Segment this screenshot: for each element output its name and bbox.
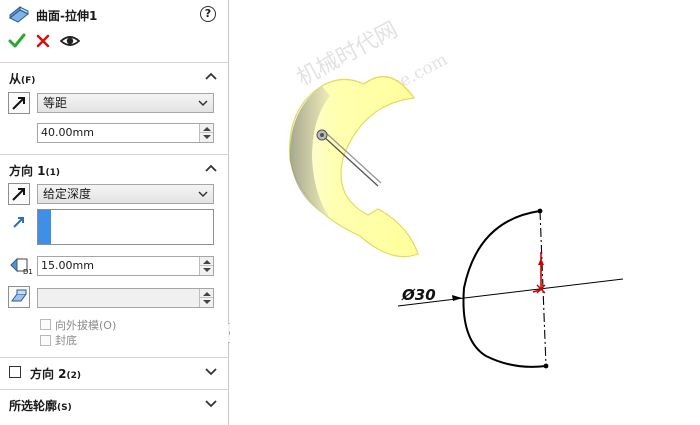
panel-title: 曲面-拉伸1 [36,9,98,23]
direction-vector-icon [13,217,24,228]
direction2-title: 方向 2 [30,367,67,381]
chevron-down-icon[interactable] [205,366,217,376]
draft-outward-label: 向外拔模(O) [55,319,117,332]
cancel-x-icon[interactable] [34,32,52,50]
end-condition-select[interactable]: 给定深度 [37,184,214,204]
from-title: 从 [9,72,22,86]
direction2-checkbox[interactable] [9,366,21,378]
draft-outward-checkbox[interactable] [40,319,51,330]
end-condition-value: 给定深度 [43,187,92,201]
from-section-title: 从(F) [9,70,35,87]
direction2-section-header[interactable]: 方向 2(2) [0,362,228,382]
selected-contours-section-title: 所选轮廓(S) [9,397,72,414]
panel-actions [6,32,106,52]
sketch-profile: Ø30 [397,208,624,369]
divider [0,154,228,155]
ok-checkmark-icon[interactable] [8,32,26,50]
chevron-up-icon[interactable] [205,71,217,81]
direction2-section-title: 方向 2(2) [30,365,81,382]
divider [0,357,228,358]
selected-contours-title: 所选轮廓 [9,399,58,413]
from-condition-value: 等距 [43,96,68,110]
depth-value: 15.00mm [41,259,94,272]
chevron-down-icon [198,100,208,107]
extruded-surface-icon [9,6,29,23]
from-offset-spinner[interactable] [199,124,213,142]
panel-header: 曲面-拉伸1 ? [0,0,228,30]
help-button[interactable]: ? [200,6,216,22]
depth-input[interactable]: 15.00mm [37,256,214,276]
preview-eye-icon[interactable] [60,32,80,50]
selected-contours-shortcut: (S) [57,403,72,413]
chevron-down-icon[interactable] [205,398,217,408]
from-shortcut: (F) [21,76,36,86]
draft-angle-spinner[interactable] [199,289,213,307]
from-direction-icon[interactable] [8,92,30,114]
selection-highlight [38,210,51,244]
from-offset-input[interactable]: 40.00mm [37,123,214,143]
direction1-section-title: 方向 1(1) [9,162,60,179]
direction2-shortcut: (2) [66,371,82,381]
depth-spinner[interactable] [199,257,213,275]
from-condition-select[interactable]: 等距 [37,93,214,113]
direction1-title: 方向 1 [9,164,46,178]
chevron-down-icon [198,191,208,198]
direction1-section-header[interactable]: 方向 1(1) [0,159,228,179]
draft-angle-input[interactable] [37,288,214,308]
chevron-up-icon[interactable] [205,163,217,173]
direction1-shortcut: (1) [45,168,61,178]
cap-end-checkbox[interactable] [40,335,51,346]
reverse-direction-icon[interactable] [8,183,30,205]
from-section-header[interactable]: 从(F) [0,67,228,87]
direction-selection-box[interactable] [37,209,214,245]
cap-end-label: 封底 [55,334,77,347]
extruded-surface-preview [289,76,419,258]
draft-toggle-icon[interactable] [8,286,30,308]
property-manager-panel: 曲面-拉伸1 ? 从(F) 等距 40.00mm 方向 1(1) 给定深度 D1… [0,0,229,425]
graphics-area[interactable]: 机械时代网 www.jxage.com Ø30 [230,0,700,425]
depth-icon: D1 [10,257,33,275]
graphics-canvas: 机械时代网 www.jxage.com Ø30 [289,18,624,369]
svg-text:D1: D1 [23,268,33,275]
divider [0,389,228,390]
selected-contours-section-header[interactable]: 所选轮廓(S) [0,394,228,414]
diameter-dimension[interactable]: Ø30 [401,286,436,304]
divider [0,62,228,63]
from-offset-value: 40.00mm [41,126,94,139]
